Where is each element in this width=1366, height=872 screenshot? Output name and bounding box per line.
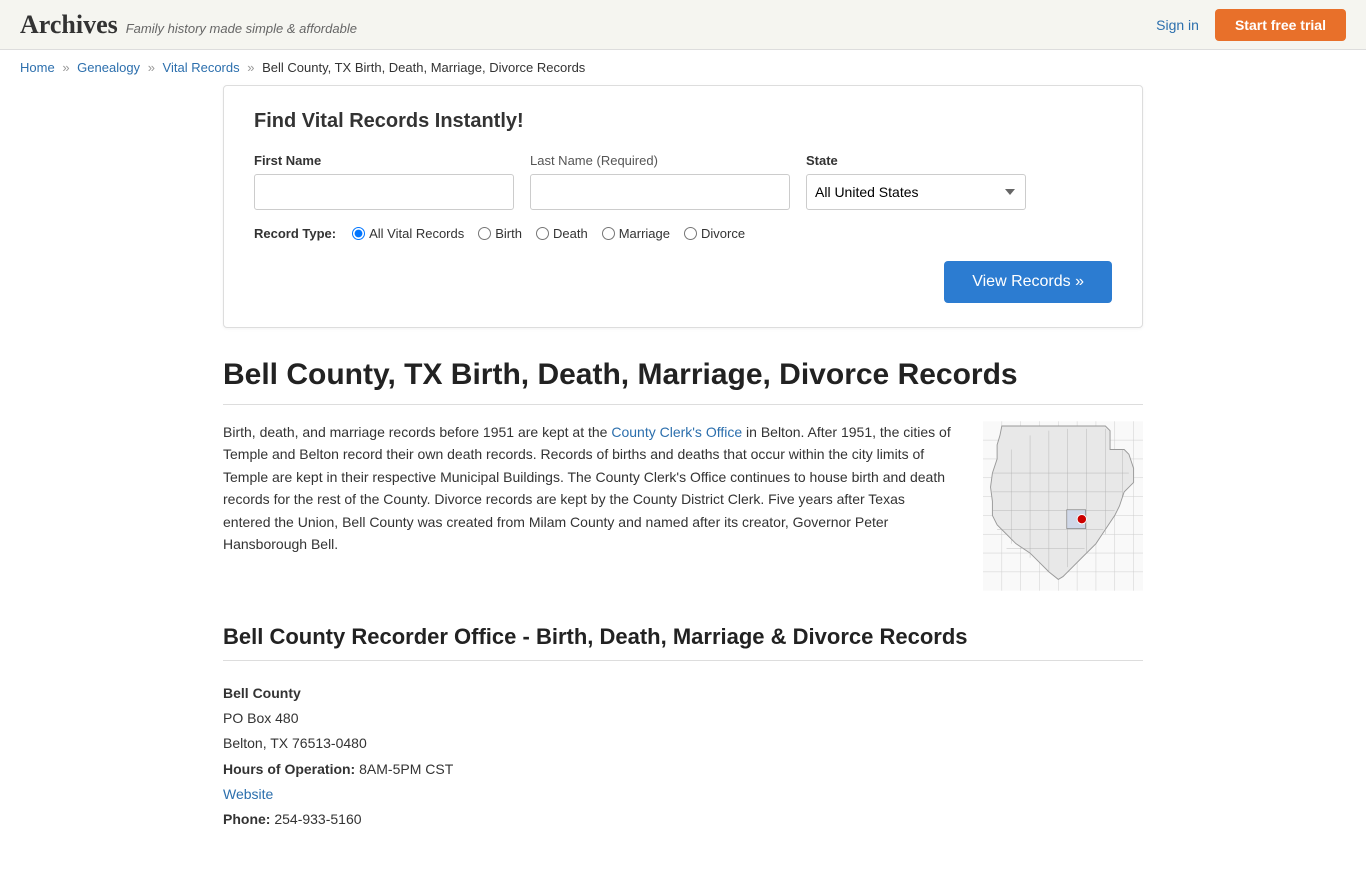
recorder-section-title: Bell County Recorder Office - Birth, Dea… bbox=[223, 624, 1143, 661]
view-records-button[interactable]: View Records » bbox=[944, 261, 1112, 303]
description-section: Birth, death, and marriage records befor… bbox=[223, 421, 1143, 594]
search-actions: View Records » bbox=[254, 261, 1112, 303]
breadcrumb: Home » Genealogy » Vital Records » Bell … bbox=[0, 50, 1366, 85]
radio-birth[interactable]: Birth bbox=[478, 226, 522, 241]
radio-death[interactable]: Death bbox=[536, 226, 588, 241]
breadcrumb-sep-3: » bbox=[247, 60, 254, 75]
first-name-field: First Name bbox=[254, 153, 514, 210]
logo-text: Archives bbox=[20, 10, 118, 40]
breadcrumb-genealogy[interactable]: Genealogy bbox=[77, 60, 140, 75]
description-text: Birth, death, and marriage records befor… bbox=[223, 421, 953, 594]
start-trial-button[interactable]: Start free trial bbox=[1215, 9, 1346, 41]
search-title: Find Vital Records Instantly! bbox=[254, 110, 1112, 133]
state-select[interactable]: All United States bbox=[806, 174, 1026, 210]
first-name-label: First Name bbox=[254, 153, 514, 168]
radio-divorce[interactable]: Divorce bbox=[684, 226, 745, 241]
office-info: Bell County PO Box 480 Belton, TX 76513-… bbox=[223, 681, 1143, 832]
last-name-field: Last Name (Required) bbox=[530, 153, 790, 210]
texas-map bbox=[983, 421, 1143, 594]
county-clerk-link[interactable]: County Clerk's Office bbox=[611, 424, 742, 440]
office-website: Website bbox=[223, 782, 1143, 807]
tagline: Family history made simple & affordable bbox=[126, 21, 357, 36]
site-header: Archives Family history made simple & af… bbox=[0, 0, 1366, 50]
sign-in-link[interactable]: Sign in bbox=[1156, 17, 1199, 33]
office-address-1: PO Box 480 bbox=[223, 706, 1143, 731]
state-field: State All United States bbox=[806, 153, 1026, 210]
first-name-input[interactable] bbox=[254, 174, 514, 210]
office-address-2: Belton, TX 76513-0480 bbox=[223, 731, 1143, 756]
last-name-label: Last Name (Required) bbox=[530, 153, 790, 168]
radio-marriage[interactable]: Marriage bbox=[602, 226, 670, 241]
office-phone: Phone: 254-933-5160 bbox=[223, 807, 1143, 832]
state-label: State bbox=[806, 153, 1026, 168]
main-content: Find Vital Records Instantly! First Name… bbox=[203, 85, 1163, 872]
breadcrumb-sep-2: » bbox=[148, 60, 155, 75]
office-hours: Hours of Operation: 8AM-5PM CST bbox=[223, 757, 1143, 782]
website-link[interactable]: Website bbox=[223, 786, 273, 802]
office-name: Bell County bbox=[223, 681, 1143, 706]
page-title: Bell County, TX Birth, Death, Marriage, … bbox=[223, 358, 1143, 405]
search-fields-row: First Name Last Name (Required) State Al… bbox=[254, 153, 1112, 210]
search-box: Find Vital Records Instantly! First Name… bbox=[223, 85, 1143, 328]
breadcrumb-sep-1: » bbox=[62, 60, 69, 75]
record-type-label: Record Type: bbox=[254, 226, 336, 241]
last-name-input[interactable] bbox=[530, 174, 790, 210]
record-type-options: All Vital Records Birth Death Marriage D… bbox=[352, 226, 745, 241]
breadcrumb-home[interactable]: Home bbox=[20, 60, 55, 75]
logo-area: Archives Family history made simple & af… bbox=[20, 10, 357, 40]
header-actions: Sign in Start free trial bbox=[1156, 9, 1346, 41]
breadcrumb-current: Bell County, TX Birth, Death, Marriage, … bbox=[262, 60, 585, 75]
breadcrumb-vital-records[interactable]: Vital Records bbox=[163, 60, 240, 75]
radio-all-vital[interactable]: All Vital Records bbox=[352, 226, 464, 241]
record-type-row: Record Type: All Vital Records Birth Dea… bbox=[254, 226, 1112, 241]
